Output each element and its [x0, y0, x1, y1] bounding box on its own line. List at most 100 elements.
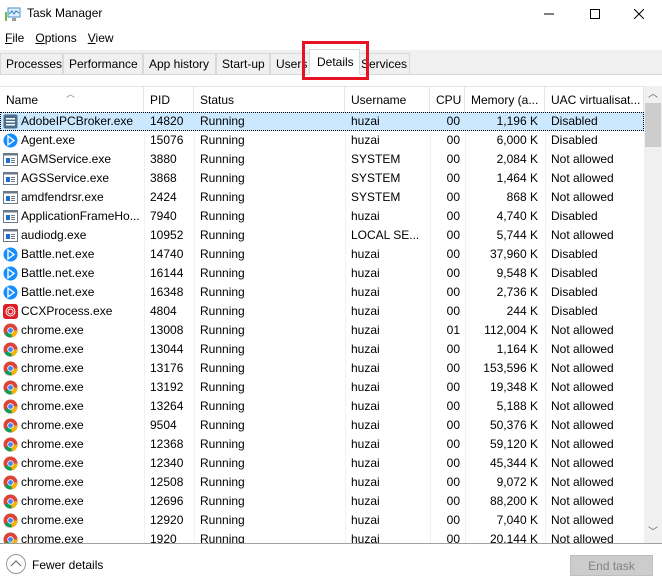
- end-task-button[interactable]: End task: [570, 555, 653, 576]
- process-memory: 88,200 K: [489, 494, 538, 508]
- process-status: Running: [200, 380, 245, 394]
- menu-file[interactable]: File: [0, 29, 30, 49]
- process-username: huzai: [351, 209, 380, 223]
- fewer-details-link[interactable]: Fewer details: [32, 558, 103, 572]
- process-username: huzai: [351, 513, 380, 527]
- table-row[interactable]: chrome.exe 13008 Running huzai 01 112,004 K No…: [0, 321, 644, 340]
- vertical-scrollbar[interactable]: ︿ ﹀: [644, 86, 662, 543]
- table-row[interactable]: chrome.exe 13264 Running huzai 00 5,188 K Not …: [0, 397, 644, 416]
- maximize-button[interactable]: [572, 0, 618, 28]
- column-header-name[interactable]: ︿ Name: [0, 87, 144, 112]
- process-name: chrome.exe: [21, 361, 84, 375]
- table-row[interactable]: chrome.exe 12920 Running huzai 00 7,040 K Not …: [0, 511, 644, 530]
- process-uac: Not allowed: [551, 171, 614, 185]
- scroll-thumb[interactable]: [645, 103, 661, 147]
- process-pid: 16144: [150, 266, 184, 280]
- menu-view[interactable]: View: [83, 29, 120, 49]
- tab-app-history[interactable]: App history: [143, 53, 216, 74]
- process-cpu: 00: [446, 342, 460, 356]
- menu-options-accel: O: [35, 31, 45, 45]
- process-uac: Not allowed: [551, 342, 614, 356]
- tab-processes[interactable]: Processes: [0, 53, 63, 74]
- battle-net-icon: [3, 247, 18, 262]
- process-status: Running: [200, 247, 245, 261]
- table-row[interactable]: chrome.exe 12368 Running huzai 00 59,120 K Not…: [0, 435, 644, 454]
- process-uac: Not allowed: [551, 494, 614, 508]
- menu-options[interactable]: Options: [30, 29, 82, 49]
- table-row[interactable]: chrome.exe 12508 Running huzai 00 9,072 K Not …: [0, 473, 644, 492]
- battle-net-icon: [3, 133, 18, 148]
- table-row[interactable]: chrome.exe 9504 Running huzai 00 50,376 K Not …: [0, 416, 644, 435]
- table-row[interactable]: AGMService.exe 3880 Running SYSTEM 00 2,084 K…: [0, 150, 644, 169]
- tab-start-up[interactable]: Start-up: [216, 53, 270, 74]
- table-row[interactable]: AdobeIPCBroker.exe 14820 Running huzai 00 1,1…: [0, 112, 644, 131]
- column-header-uac[interactable]: UAC virtualisat...: [545, 87, 644, 112]
- tab-performance[interactable]: Performance: [63, 53, 143, 74]
- process-cpu: 00: [446, 133, 460, 147]
- table-row[interactable]: chrome.exe 13044 Running huzai 00 1,164 K Not …: [0, 340, 644, 359]
- column-header-username[interactable]: Username: [345, 87, 430, 112]
- table-row[interactable]: audiodg.exe 10952 Running LOCAL SE... 00 5,74…: [0, 226, 644, 245]
- process-username: huzai: [351, 266, 380, 280]
- table-row[interactable]: Battle.net.exe 14740 Running huzai 00 37,960 …: [0, 245, 644, 264]
- column-header-cpu[interactable]: CPU: [430, 87, 465, 112]
- table-row[interactable]: Agent.exe 15076 Running huzai 00 6,000 K Disab…: [0, 131, 644, 150]
- process-memory: 20,144 K: [489, 532, 538, 543]
- process-name: chrome.exe: [21, 323, 84, 337]
- menu-view-label: iew: [95, 31, 114, 45]
- process-username: LOCAL SE...: [351, 228, 420, 242]
- table-row[interactable]: CCXProcess.exe 4804 Running huzai 00 244 K Dis…: [0, 302, 644, 321]
- process-uac: Not allowed: [551, 418, 614, 432]
- process-uac: Not allowed: [551, 228, 614, 242]
- tab-users[interactable]: Users: [270, 53, 310, 74]
- menu-bar: File Options View: [0, 29, 662, 49]
- process-memory: 2,084 K: [496, 152, 538, 166]
- minimize-button[interactable]: [526, 0, 572, 28]
- table-row[interactable]: AGSService.exe 3868 Running SYSTEM 00 1,464 K…: [0, 169, 644, 188]
- column-header-status[interactable]: Status: [194, 87, 345, 112]
- process-status: Running: [200, 285, 245, 299]
- process-memory: 1,164 K: [496, 342, 538, 356]
- column-header-pid[interactable]: PID: [144, 87, 194, 112]
- process-memory: 45,344 K: [489, 456, 538, 470]
- table-row[interactable]: chrome.exe 1920 Running huzai 00 20,144 K Not …: [0, 530, 644, 543]
- process-username: huzai: [351, 114, 380, 128]
- process-username: huzai: [351, 456, 380, 470]
- chevron-up-icon: ︿: [648, 89, 658, 100]
- process-username: huzai: [351, 323, 380, 337]
- process-memory: 6,000 K: [496, 133, 538, 147]
- process-memory: 37,960 K: [489, 247, 538, 261]
- process-cpu: 00: [446, 304, 460, 318]
- chrome-icon: [3, 494, 18, 509]
- sort-ascending-icon: ︿: [66, 89, 76, 99]
- maximize-icon: [590, 9, 600, 19]
- process-memory: 9,548 K: [496, 266, 538, 280]
- process-status: Running: [200, 361, 245, 375]
- process-pid: 3868: [150, 171, 177, 185]
- table-row[interactable]: chrome.exe 12340 Running huzai 00 45,344 K Not…: [0, 454, 644, 473]
- scroll-up-button[interactable]: ︿: [644, 86, 662, 103]
- fewer-details-button[interactable]: [6, 554, 26, 574]
- scroll-down-button[interactable]: ﹀: [644, 524, 662, 541]
- process-username: huzai: [351, 361, 380, 375]
- column-header-memory[interactable]: Memory (a...: [465, 87, 545, 112]
- process-memory: 1,464 K: [496, 171, 538, 185]
- process-uac: Not allowed: [551, 532, 614, 543]
- tab-details[interactable]: Details: [309, 49, 360, 75]
- table-row[interactable]: chrome.exe 13192 Running huzai 00 19,348 K Not…: [0, 378, 644, 397]
- table-row[interactable]: Battle.net.exe 16348 Running huzai 00 2,736 K…: [0, 283, 644, 302]
- table-row[interactable]: ApplicationFrameHo... 7940 Running huzai 00 4…: [0, 207, 644, 226]
- minimize-icon: [544, 13, 554, 15]
- table-row[interactable]: Battle.net.exe 16144 Running huzai 00 9,548 K…: [0, 264, 644, 283]
- table-row[interactable]: chrome.exe 13176 Running huzai 00 153,596 K No…: [0, 359, 644, 378]
- process-pid: 15076: [150, 133, 184, 147]
- close-button[interactable]: [616, 0, 662, 28]
- table-row[interactable]: chrome.exe 12696 Running huzai 00 88,200 K Not…: [0, 492, 644, 511]
- process-status: Running: [200, 456, 245, 470]
- process-status: Running: [200, 133, 245, 147]
- process-status: Running: [200, 437, 245, 451]
- process-pid: 3880: [150, 152, 177, 166]
- tab-services[interactable]: Services: [357, 53, 410, 74]
- table-row[interactable]: amdfendrsr.exe 2424 Running SYSTEM 00 868 K No…: [0, 188, 644, 207]
- process-status: Running: [200, 114, 245, 128]
